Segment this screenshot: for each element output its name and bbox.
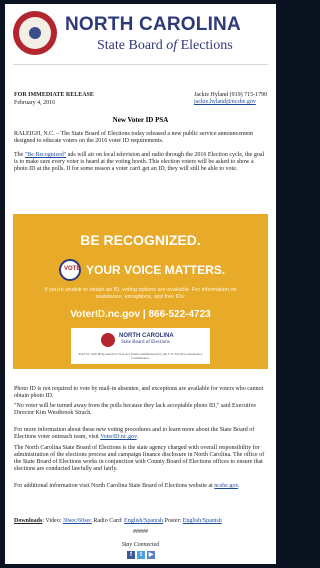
state-seal-icon: [13, 11, 57, 55]
youtube-icon[interactable]: ▶: [147, 551, 155, 559]
poster-download-link[interactable]: English/Spanish: [183, 518, 222, 524]
body-paragraph-3: Photo ID is not required to vote by mail…: [14, 386, 264, 399]
separator-text: #####: [133, 529, 148, 535]
header-divider: [13, 64, 268, 65]
body-paragraph-2: The "Be Recognized" ads will air on loca…: [14, 152, 265, 172]
banner-headline: BE RECOGNIZED.: [80, 232, 201, 248]
downloads-row: Downloads: Video: 30sec/60sec Radio Card…: [14, 518, 222, 524]
body-paragraph-6: The North Carolina State Board of Electi…: [14, 445, 265, 472]
banner-info-text: If you're unable to obtain an ID, voting…: [44, 287, 237, 300]
mini-seal-icon: [101, 333, 115, 347]
header: NORTH CAROLINA State Board of Elections: [5, 4, 276, 62]
release-label: FOR IMMEDIATE RELEASE: [14, 92, 94, 98]
banner-url-phone: VoterID.nc.gov | 866-522-4723: [70, 309, 211, 320]
email-page: NORTH CAROLINA State Board of Elections …: [5, 4, 276, 564]
brand-title: NORTH CAROLINA: [65, 14, 241, 35]
twitter-icon[interactable]: t: [137, 551, 145, 559]
release-date: February 4, 2016: [14, 100, 56, 106]
press-contact: Jackie Hyland (919) 715-1790 jackie.hyla…: [194, 92, 272, 106]
screen-background: NORTH CAROLINA State Board of Elections …: [0, 0, 282, 568]
vote-button-icon: VOTE: [59, 259, 81, 281]
psa-banner[interactable]: BE RECOGNIZED. VOTE YOUR VOICE MATTERS. …: [13, 214, 268, 369]
body-paragraph-5: For more information about these new vot…: [14, 427, 255, 440]
body-paragraph-7: For additional information visit North C…: [14, 483, 240, 489]
radio-download-link[interactable]: English/Spanish: [124, 518, 163, 524]
banner-logo: NORTH CAROLINA State Board of Elections …: [71, 328, 210, 364]
voterid-link[interactable]: VoterID.nc.gov: [100, 434, 137, 440]
body-paragraph-4: "No voter will be turned away from the p…: [14, 403, 256, 416]
contact-name: Jackie Hyland (919) 715-1790: [194, 92, 268, 98]
body-paragraph-1: RALEIGH, N.C. – The State Board of Elect…: [14, 131, 253, 144]
banner-tagline: YOUR VOICE MATTERS.: [86, 263, 226, 277]
video-download-link[interactable]: 30sec/60sec: [63, 518, 92, 524]
be-recognized-link[interactable]: "Be Recognized": [25, 152, 66, 158]
headline: New Voter ID PSA: [112, 116, 169, 124]
facebook-icon[interactable]: f: [127, 551, 135, 559]
stay-connected-label: Stay Connected: [121, 542, 160, 548]
ncsbe-link[interactable]: ncsbe.gov: [214, 483, 238, 489]
social-links: f t ▶: [127, 551, 157, 560]
brand-subtitle: State Board of Elections: [97, 38, 233, 53]
contact-email-link[interactable]: jackie.hyland@ncsbe.gov: [194, 99, 256, 105]
